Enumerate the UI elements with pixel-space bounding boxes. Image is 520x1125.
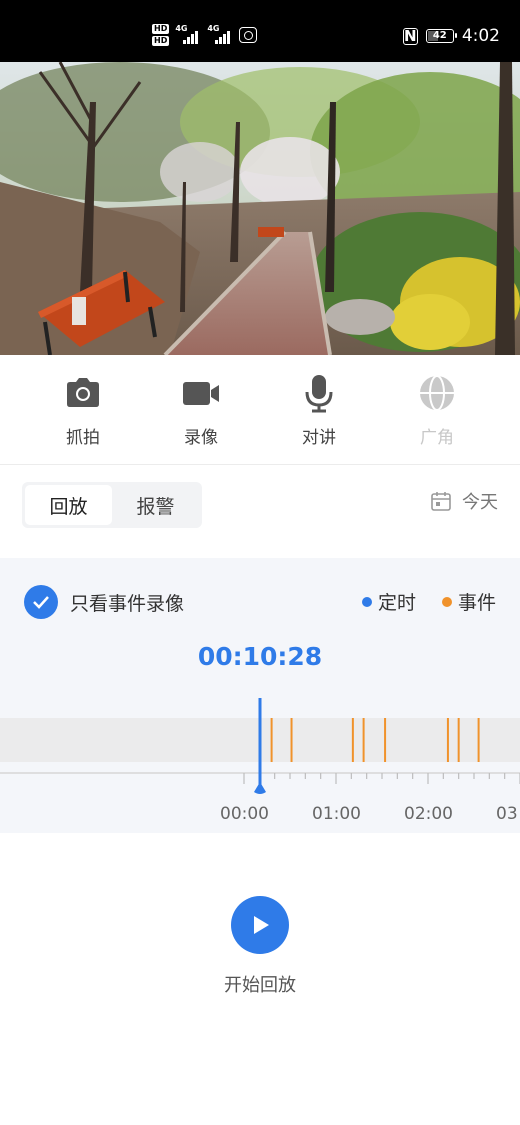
- playhead-handle-icon[interactable]: [254, 782, 266, 794]
- record-label: 录像: [184, 428, 218, 448]
- tick-label: 02:00: [404, 804, 453, 824]
- control-toolbar: 抓拍 录像 对讲 广角: [0, 355, 520, 465]
- legend-event-label: 事件: [457, 592, 496, 614]
- calendar-icon: [431, 492, 451, 511]
- event-only-label: 只看事件录像: [70, 592, 185, 615]
- tick-label: 03: [496, 804, 518, 824]
- scheduled-dot-icon: [361, 596, 372, 607]
- globe-icon: [417, 373, 457, 413]
- hd-badges: HD HD: [152, 24, 170, 46]
- start-playback-label: 开始回放: [224, 975, 296, 996]
- video-camera-icon: [181, 373, 221, 413]
- mode-tabs: 回放 报警: [22, 482, 202, 528]
- legend-event: 事件: [441, 588, 496, 615]
- microphone-icon: [299, 373, 339, 413]
- status-right: N 42 4:02: [402, 26, 500, 46]
- capture-label: 抓拍: [66, 428, 100, 448]
- status-bar: HD HD 4G 4G N 42 4:02: [0, 0, 520, 62]
- video-feed[interactable]: [0, 62, 520, 355]
- signal-icon: 4G: [207, 24, 233, 46]
- camera-icon: [63, 373, 103, 413]
- legend-scheduled: 定时: [361, 588, 416, 615]
- talk-label: 对讲: [302, 428, 336, 448]
- capture-button[interactable]: 抓拍: [43, 373, 123, 448]
- wide-angle-button[interactable]: 广角: [397, 373, 477, 448]
- play-icon: [254, 916, 269, 934]
- date-picker-button[interactable]: 今天: [430, 488, 498, 514]
- record-button[interactable]: 录像: [161, 373, 241, 448]
- timeline-legend: 定时 事件: [361, 588, 496, 615]
- checkbox-checked-icon[interactable]: [24, 585, 58, 619]
- signal-icon: 4G: [175, 24, 201, 46]
- tab-alarm[interactable]: 报警: [112, 485, 199, 525]
- app-notification-icon: [239, 27, 258, 43]
- tick-label: 00:00: [220, 804, 269, 824]
- tab-playback[interactable]: 回放: [25, 485, 112, 525]
- talk-button[interactable]: 对讲: [279, 373, 359, 448]
- clock: 4:02: [461, 26, 500, 46]
- hd-badge: HD: [152, 36, 170, 46]
- battery-icon: 42: [425, 29, 457, 43]
- camera-scene-image: [0, 62, 520, 355]
- timeline-panel: 只看事件录像 定时 事件 00:10:28 00:00 01:00 02:00 …: [0, 558, 520, 833]
- wide-angle-label: 广角: [420, 428, 454, 448]
- timeline-track[interactable]: [0, 696, 520, 801]
- legend-scheduled-label: 定时: [377, 592, 416, 614]
- event-dot-icon: [441, 596, 452, 607]
- tick-label: 01:00: [312, 804, 361, 824]
- battery-level: 42: [432, 30, 447, 41]
- date-label: 今天: [462, 492, 498, 513]
- nfc-icon: N: [402, 26, 418, 45]
- start-playback-button[interactable]: [231, 896, 289, 954]
- current-playback-time: 00:10:28: [197, 642, 323, 671]
- event-only-filter[interactable]: 只看事件录像: [24, 585, 184, 619]
- mode-row: 回放 报警 今天: [0, 466, 520, 558]
- hd-badge: HD: [152, 24, 170, 34]
- status-left: HD HD 4G 4G: [152, 24, 258, 46]
- timeline-ticks: [243, 773, 520, 784]
